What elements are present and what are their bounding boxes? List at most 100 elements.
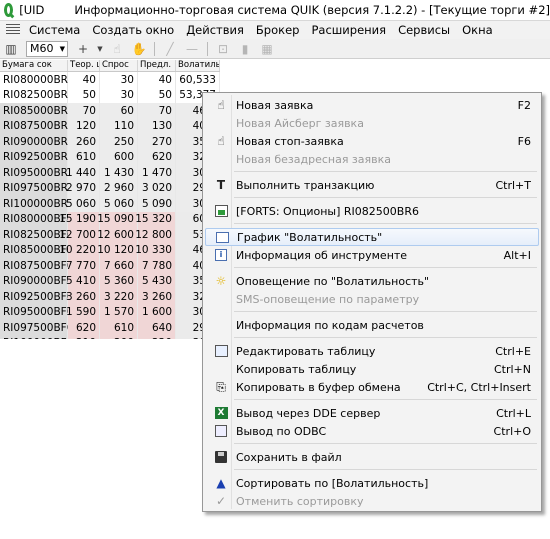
current-trades-table: Бумага сок Теор. це Спрос Предл. Волатил… — [0, 60, 220, 351]
crosshair-icon[interactable]: + — [74, 41, 92, 57]
chevron-down-icon[interactable]: ▼ — [96, 41, 104, 57]
table-cell: RI082500BR6 — [0, 87, 75, 103]
menu-item-new-stop-order[interactable]: ☝ Новая стоп-заявка F6 — [205, 132, 539, 150]
indicator-icon[interactable]: ▦ — [258, 41, 276, 57]
table-cell: 1 440 — [66, 165, 100, 181]
table-row[interactable]: RI100000BR65 0605 0605 09030,0 — [0, 196, 220, 212]
table-cell: 5 430 — [138, 273, 176, 289]
menu-separator — [234, 267, 537, 268]
zoom-icon[interactable]: ⊡ — [214, 41, 232, 57]
column-header[interactable]: Предл. — [138, 60, 176, 71]
table-cell: 10 120 — [97, 242, 138, 258]
menu-item-label: Вывод по ODBC — [236, 424, 327, 438]
menu-item-settlement-codes-info[interactable]: Информация по кодам расчетов — [205, 316, 539, 334]
hline-tool-icon[interactable]: — — [183, 41, 201, 57]
table-cell: RI080000BR6 — [0, 72, 75, 88]
menu-item-new-order[interactable]: ☝ Новая заявка F2 — [205, 96, 539, 114]
table-cell: 640 — [138, 320, 176, 336]
menu-item-instrument[interactable]: [FORTS: Опционы] RI082500BR6 — [205, 202, 539, 220]
table-row[interactable]: RI080000BR6 40 30 40 60,533 — [0, 72, 220, 88]
table-row[interactable]: RI085000BF610 22010 12010 33046,6 — [0, 242, 220, 258]
table-cell: 1 590 — [66, 304, 100, 320]
table-row[interactable]: RI087500BF67 7707 6607 78040,7 — [0, 258, 220, 274]
save-icon — [209, 451, 233, 463]
table-row[interactable]: RI095000BF61 5901 5701 60030,3 — [0, 304, 220, 320]
menu-item-shortcut: Ctrl+T — [495, 178, 531, 192]
table-row[interactable]: RI095000BR61 4401 4301 47030,3 — [0, 165, 220, 181]
menu-item-cancel-sort[interactable]: ✓ Отменить сортировку — [205, 492, 539, 510]
table-row[interactable]: RI087500BR612011013040,7 — [0, 118, 220, 134]
table-row[interactable]: RI097500BR62 9702 9603 02029,8 — [0, 180, 220, 196]
hand-stop-icon: ☝ — [217, 134, 225, 148]
table-row[interactable]: RI090000BF65 4105 3605 43035,9 — [0, 273, 220, 289]
table-cell: 120 — [68, 118, 100, 134]
menu-item-new-addressless-order[interactable]: Новая безадресная заявка — [205, 150, 539, 168]
menu-item-volatility-chart[interactable]: График "Волатильность" — [205, 228, 539, 246]
menu-item-save-to-file[interactable]: Сохранить в файл — [205, 448, 539, 466]
menu-actions[interactable]: Действия — [180, 23, 250, 37]
table-empty-area — [0, 339, 220, 539]
menu-system[interactable]: Система — [23, 23, 86, 37]
hand-grab-icon[interactable]: ✋ — [130, 41, 148, 57]
menu-item-shortcut: Ctrl+E — [495, 344, 531, 358]
table-row[interactable]: RI082500BR6 50 30 50 53,377 — [0, 87, 220, 103]
table-cell: 260 — [68, 134, 100, 150]
table-cell: 620 — [68, 320, 100, 336]
menu-item-volatility-alert[interactable]: ☼ Оповещение по "Волатильность" — [205, 272, 539, 290]
menu-item-sms-alert[interactable]: SMS-оповещение по параметру — [205, 290, 539, 308]
menu-item-odbc-export[interactable]: Вывод по ODBC Ctrl+O — [205, 422, 539, 440]
table-cell: 30 — [100, 72, 138, 88]
table-cell: 1 570 — [100, 304, 138, 320]
menu-create-window[interactable]: Создать окно — [86, 23, 180, 37]
table-cell: 15 190 — [59, 211, 100, 227]
menu-item-copy-table[interactable]: Копировать таблицу Ctrl+N — [205, 360, 539, 378]
table-row[interactable]: RI097500BF662061064029,8 — [0, 320, 220, 336]
menu-item-sort-volatility[interactable]: ▲ Сортировать по [Волатильность] — [205, 474, 539, 492]
menu-item-label: Отменить сортировку — [236, 494, 364, 508]
table-cell: RI085000BR6 — [0, 103, 75, 119]
menu-item-shortcut: Ctrl+O — [493, 424, 531, 438]
line-tool-icon[interactable]: ╱ — [161, 41, 179, 57]
menu-extensions[interactable]: Расширения — [305, 23, 392, 37]
window-title-user: [UID — [19, 3, 45, 17]
table-cell: 3 220 — [100, 289, 138, 305]
menu-item-label: Копировать в буфер обмена — [236, 380, 401, 394]
transaction-icon: T — [216, 178, 226, 192]
menu-windows[interactable]: Окна — [456, 23, 499, 37]
menu-item-execute-transaction[interactable]: T Выполнить транзакцию Ctrl+T — [205, 176, 539, 194]
table-cell: RI087500BR6 — [0, 118, 75, 134]
hand-pointer-icon[interactable]: ☝ — [108, 41, 126, 57]
table-cell: 5 090 — [138, 196, 176, 212]
menu-item-edit-table[interactable]: Редактировать таблицу Ctrl+E — [205, 342, 539, 360]
table-row[interactable]: RI092500BR661060062032,4 — [0, 149, 220, 165]
bar-chart-icon[interactable]: ▥ — [2, 41, 20, 57]
table-row[interactable]: RI080000BF615 19015 09015 32060,5 — [0, 211, 220, 227]
table-cell: 7 770 — [66, 258, 100, 274]
table-row[interactable]: RI090000BR626025027035,9 — [0, 134, 220, 150]
menu-services[interactable]: Сервисы — [392, 23, 456, 37]
menu-item-label: Выполнить транзакцию — [236, 178, 375, 192]
table-cell: 40 — [138, 72, 176, 88]
menu-item-shortcut: F2 — [517, 98, 531, 112]
table-row[interactable]: RI082500BF612 70012 60012 80053,3 — [0, 227, 220, 243]
menu-broker[interactable]: Брокер — [250, 23, 306, 37]
table-cell: 3 020 — [138, 180, 176, 196]
menu-item-dde-export[interactable]: X Вывод через DDE сервер Ctrl+L — [205, 404, 539, 422]
histogram-icon[interactable]: ▮ — [236, 41, 254, 57]
menu-item-new-iceberg-order[interactable]: Новая Айсберг заявка — [205, 114, 539, 132]
column-header[interactable]: Спрос — [100, 60, 138, 71]
column-header[interactable]: Бумага сок — [0, 60, 68, 71]
menu-item-label: Информация об инструменте — [236, 248, 408, 262]
table-row[interactable]: RI085000BR670607046,6 — [0, 103, 220, 119]
table-cell: 610 — [100, 320, 138, 336]
table-row[interactable]: RI092500BF63 2603 2203 26032,4 — [0, 289, 220, 305]
chart-icon — [210, 231, 234, 243]
column-header[interactable]: Волатиль — [176, 60, 220, 71]
table-cell: 5 060 — [66, 196, 100, 212]
column-header[interactable]: Теор. це — [68, 60, 100, 71]
timeframe-select[interactable]: M60 ▼ — [26, 40, 68, 57]
table-cell: 15 320 — [135, 211, 176, 227]
menu-item-copy-clipboard[interactable]: ⎘ Копировать в буфер обмена Ctrl+C, Ctrl… — [205, 378, 539, 396]
menu-separator — [234, 337, 537, 338]
menu-item-instrument-info[interactable]: i Информация об инструменте Alt+I — [205, 246, 539, 264]
